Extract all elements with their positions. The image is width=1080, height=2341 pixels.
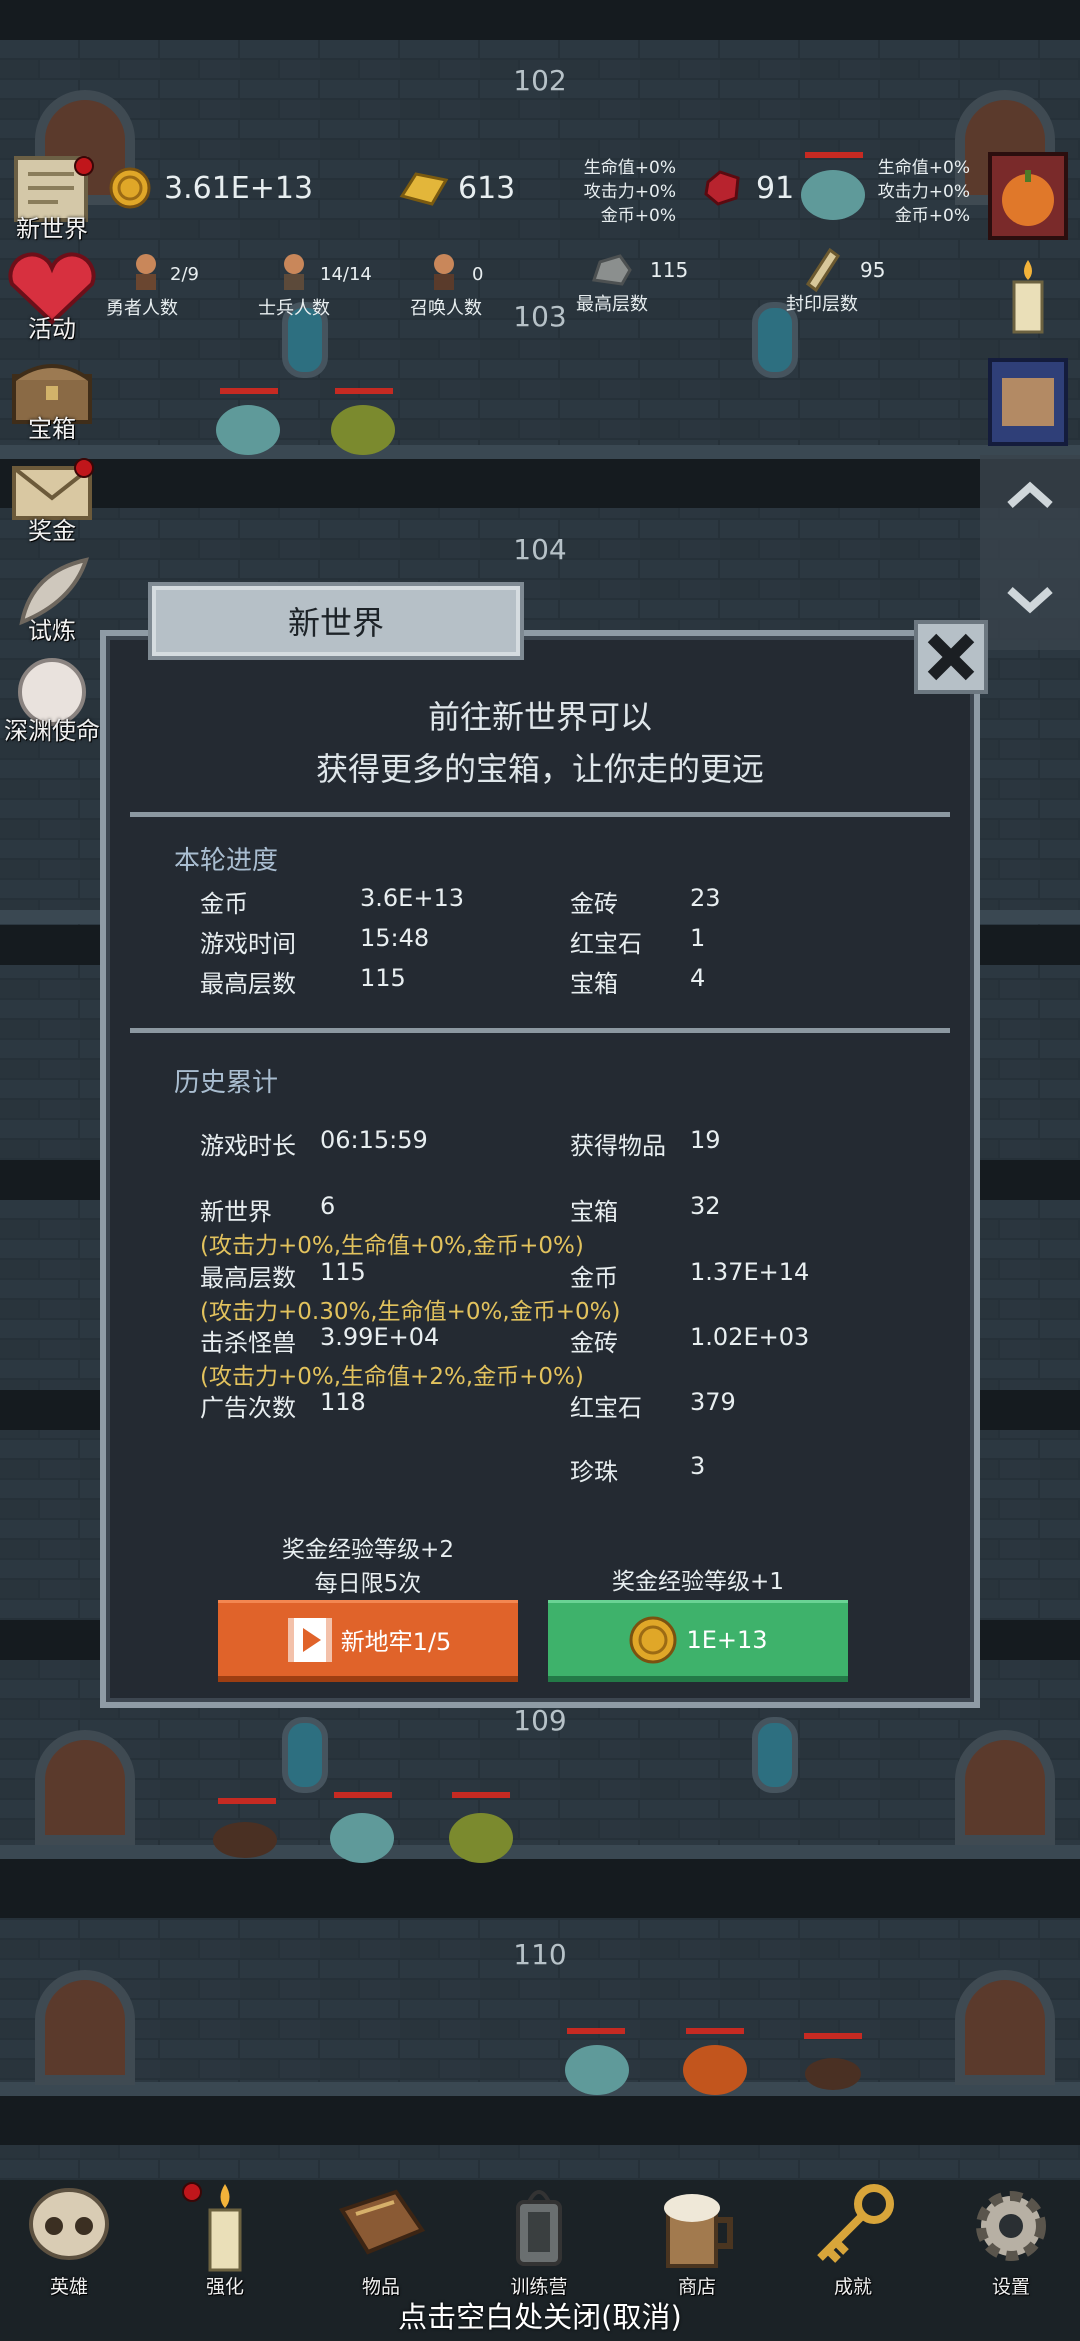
round-time-value: 15:48 [360,924,430,952]
notification-badge [182,2182,202,2202]
round-progress-title: 本轮进度 [174,846,279,876]
coin-reward-caption: 奖金经验等级+1 [612,1569,784,1595]
round-brick-label: 金砖 [570,890,618,918]
history-kills-value: 3.99E+04 [320,1323,440,1351]
skull-icon [29,2188,109,2260]
round-floor-value: 115 [360,964,406,992]
history-chest-value: 32 [690,1192,721,1220]
history-duration-label: 游戏时长 [200,1132,296,1160]
round-gold-value: 3.6E+13 [360,884,464,912]
history-items-value: 19 [690,1126,721,1154]
history-items-label: 获得物品 [570,1132,666,1160]
round-gold-label: 金币 [200,890,248,918]
nav-settings[interactable]: 设置 [956,2180,1066,2300]
round-chest-label: 宝箱 [570,970,618,998]
close-button[interactable] [914,620,988,694]
mug-icon [664,2194,733,2268]
history-duration-value: 06:15:59 [320,1126,428,1154]
dialog-lead-line-1: 前往新世界可以 [427,698,652,736]
history-newworld-value: 6 [320,1192,336,1220]
ad-button-label: 新地牢1/5 [340,1628,452,1656]
dialog-title: 新世界 [287,604,384,642]
history-title: 历史累计 [174,1068,279,1098]
round-brick-value: 23 [690,884,721,912]
nav-upgrade[interactable]: 强化 [170,2180,280,2300]
history-newworld-label: 新世界 [200,1198,272,1226]
nav-achievements[interactable]: 成就 [798,2180,908,2300]
history-ads-label: 广告次数 [200,1394,296,1422]
round-time-label: 游戏时间 [200,930,296,958]
history-floor-label: 最高层数 [200,1264,296,1292]
nav-training-camp[interactable]: 训练营 [484,2180,594,2300]
history-floor-value: 115 [320,1258,366,1286]
watch-ad-new-dungeon-button[interactable]: 新地牢1/5 [218,1600,518,1682]
history-ruby-value: 379 [690,1388,736,1416]
pay-gold-new-world-button[interactable]: 1E+13 [548,1600,848,1682]
history-bonus-text: (攻击力+0.30%,生命值+0%,金币+0%) [200,1299,621,1325]
nav-items[interactable]: 物品 [326,2180,436,2300]
nav-heroes[interactable]: 英雄 [14,2180,124,2300]
lantern-icon [516,2190,562,2266]
history-bonus-text: (攻击力+0%,生命值+0%,金币+0%) [200,1233,584,1259]
video-play-icon [287,1617,332,1662]
key-icon [817,2184,894,2263]
round-ruby-label: 红宝石 [570,930,642,958]
section-divider [130,1028,950,1033]
history-brick-value: 1.02E+03 [690,1323,810,1351]
gold-coin-icon [629,1616,677,1663]
round-ruby-value: 1 [690,924,706,952]
coin-button-label: 1E+13 [686,1625,768,1654]
history-gold-value: 1.37E+14 [690,1258,810,1286]
history-gold-label: 金币 [570,1264,618,1292]
history-chest-label: 宝箱 [570,1198,618,1226]
history-bonus-text: (攻击力+0%,生命值+2%,金币+0%) [200,1364,584,1390]
gear-icon [976,2191,1046,2261]
section-divider [130,812,950,817]
round-floor-label: 最高层数 [200,970,296,998]
history-brick-label: 金砖 [570,1329,618,1357]
tap-outside-close-hint: 点击空白处关闭(取消) [398,2300,682,2334]
history-pearl-value: 3 [690,1452,706,1480]
dialog-lead-line-2: 获得更多的宝箱，让你走的更远 [315,750,764,788]
history-kills-label: 击杀怪兽 [200,1329,296,1357]
history-ruby-label: 红宝石 [570,1394,642,1422]
history-ads-value: 118 [320,1388,366,1416]
history-pearl-label: 珍珠 [570,1458,618,1486]
ad-daily-limit-caption: 每日限5次 [314,1571,422,1597]
round-chest-value: 4 [690,964,706,992]
nav-shop[interactable]: 商店 [642,2180,752,2300]
book-icon [338,2189,426,2255]
dialog-title-tab: 新世界 [148,582,524,660]
ad-reward-caption: 奖金经验等级+2 [282,1537,454,1563]
close-icon [927,633,975,681]
